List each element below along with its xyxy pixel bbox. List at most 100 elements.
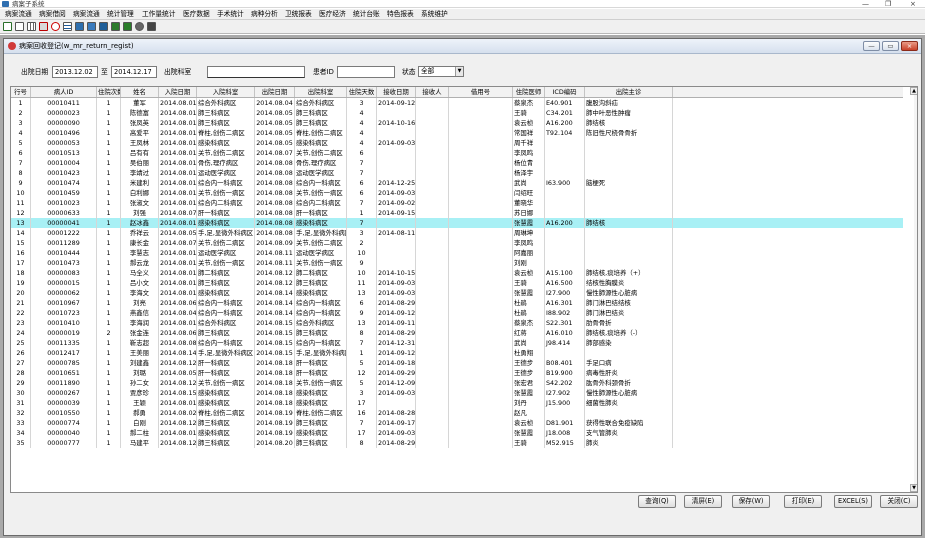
window-minimize-button[interactable]: — (862, 0, 869, 8)
table-row[interactable]: 20 00000062 1 李海文 2014.08.01 感染科病区 2014.08.14 感… (11, 288, 903, 298)
date-from-input[interactable]: 2013.12.02 (52, 66, 98, 78)
table-row[interactable]: 3 00000090 1 张凤英 2014.08.01 肺三科病区 2014.08.05 肺三… (11, 118, 903, 128)
column-header[interactable]: 接收日期 (377, 87, 416, 97)
table-row[interactable]: 4 00010496 1 高爱平 2014.08.01 脊柱,创伤二病区 2014.08.0… (11, 128, 903, 138)
column-header[interactable]: 病人ID (31, 87, 97, 97)
patient-id-input[interactable] (337, 66, 395, 78)
window-restore-button[interactable]: ❐ (885, 0, 891, 8)
column-header[interactable]: 出院主诊 (585, 87, 673, 97)
column-header[interactable]: 住院医师 (513, 87, 545, 97)
table-row[interactable]: 12 00000633 1 刘强 2014.08.07 肝一科病区 2014.08.08 肝一… (11, 208, 903, 218)
column-header[interactable]: 姓名 (121, 87, 159, 97)
close-button[interactable]: 关闭(C) (880, 495, 918, 508)
list-icon[interactable] (63, 22, 72, 31)
table-row[interactable]: 17 00010473 1 郝云龙 2014.08.01 关节,创伤一病区 2014.08.… (11, 258, 903, 268)
menu-item-1[interactable]: 病案流通 (5, 9, 32, 20)
menu-item-13[interactable]: 系统维护 (421, 9, 448, 20)
table-row[interactable]: 6 00010513 1 吕有有 2014.08.01 关节,创伤二病区 2014.08.0… (11, 148, 903, 158)
gear-icon[interactable] (135, 22, 144, 31)
export-icon[interactable] (147, 22, 156, 31)
table-row[interactable]: 33 00000774 1 白刚 2014.08.12 肺三科病区 2014.08.19 肺三… (11, 418, 903, 428)
table-row[interactable]: 28 00010651 1 刘璐 2014.08.05 肝一科病区 2014.08.18 肝一… (11, 368, 903, 378)
column-header[interactable]: 入院日期 (159, 87, 197, 97)
table-row[interactable]: 9 00010474 1 米建利 2014.08.01 综合内一科病区 2014.08.08… (11, 178, 903, 188)
table-row[interactable]: 34 00000040 1 郝二柱 2014.08.01 感染科病区 2014.08.19 感… (11, 428, 903, 438)
table-row[interactable]: 32 00010550 1 郝勇 2014.08.02 脊柱,创伤二病区 2014.08.1… (11, 408, 903, 418)
grid-icon[interactable] (27, 22, 36, 31)
table-row[interactable]: 31 00000039 1 王颖 2014.08.01 感染科病区 2014.08.18 感染… (11, 398, 903, 408)
table-alt-icon[interactable] (87, 22, 96, 31)
table-row[interactable]: 16 00010444 1 李慧志 2014.08.01 运动医学病区 2014.08.11… (11, 248, 903, 258)
menu-item-9[interactable]: 卫统报表 (285, 9, 312, 20)
vertical-scrollbar[interactable]: ▲ ▼ (910, 87, 917, 492)
menu-item-12[interactable]: 特色报表 (387, 9, 414, 20)
table-row[interactable]: 11 00010023 1 张淑文 2014.08.01 综合内二科病区 2014.08.0… (11, 198, 903, 208)
menu-item-4[interactable]: 统计管理 (107, 9, 134, 20)
column-header[interactable]: 住院次数 (97, 87, 121, 97)
child-minimize-button[interactable]: — (863, 41, 880, 51)
status-select[interactable]: 全部 ▼ (418, 66, 464, 77)
menu-item-6[interactable]: 医疗数据 (183, 9, 210, 20)
table-row[interactable]: 7 00010004 1 吴伯丽 2014.08.01 骨伤,理疗病区 2014.08.08… (11, 158, 903, 168)
monitor-alt-icon[interactable] (123, 22, 132, 31)
monitor-icon[interactable] (111, 22, 120, 31)
table-row[interactable]: 10 00010459 1 白利娜 2014.08.01 关节,创伤一病区 2014.08.… (11, 188, 903, 198)
menu-item-2[interactable]: 病案借阅 (39, 9, 66, 20)
table-row[interactable]: 2 00000023 1 陈德富 2014.08.01 肺三科病区 2014.08.05 肺三… (11, 108, 903, 118)
menu-item-7[interactable]: 手术统计 (217, 9, 244, 20)
column-header[interactable]: 入院科室 (197, 87, 255, 97)
scroll-down-icon[interactable]: ▼ (910, 484, 917, 492)
menu-item-10[interactable]: 医疗经济 (319, 9, 346, 20)
table-row[interactable]: 23 00010410 1 李海润 2014.08.01 综合外科病区 2014.08.15… (11, 318, 903, 328)
table-row[interactable]: 15 00011289 1 康长金 2014.08.07 关节,创伤二病区 2014.08.… (11, 238, 903, 248)
table-row[interactable]: 26 00012417 1 王美丽 2014.08.14 手,足,显微外科病区 2014.0… (11, 348, 903, 358)
menu-item-5[interactable]: 工作量统计 (142, 9, 175, 20)
window-close-button[interactable]: × (910, 0, 916, 8)
table-row[interactable]: 5 00000053 1 王凤林 2014.08.01 感染科病区 2014.08.05 感染… (11, 138, 903, 148)
child-restore-button[interactable]: ▭ (882, 41, 899, 51)
table-row[interactable]: 1 00010411 1 董军 2014.08.01 综合外科病区 2014.08.04 综合… (11, 98, 903, 108)
chevron-down-icon[interactable]: ▼ (455, 67, 463, 76)
table-row[interactable]: 27 00000785 1 刘建鑫 2014.08.12 肝一科病区 2014.08.18 肝… (11, 358, 903, 368)
child-close-button[interactable]: × (901, 41, 918, 51)
clear-button[interactable]: 清屏(E) (684, 495, 722, 508)
menu-item-3[interactable]: 病案流通 (73, 9, 100, 20)
table-row[interactable]: 30 00000267 1 贾彦珍 2014.08.15 感染科病区 2014.08.18 感… (11, 388, 903, 398)
delete-icon[interactable] (39, 22, 48, 31)
query-button[interactable]: 查询(Q) (638, 495, 676, 508)
column-header[interactable]: 行号 (11, 87, 31, 97)
menu-item-11[interactable]: 统计台账 (353, 9, 380, 20)
table-row[interactable]: 8 00010423 1 李靖过 2014.08.01 运动医学病区 2014.08.08 运… (11, 168, 903, 178)
table-row[interactable]: 25 00011335 1 靳志超 2014.08.08 综合内一科病区 2014.08.1… (11, 338, 903, 348)
document-icon[interactable] (15, 22, 24, 31)
table-row[interactable]: 13 00000041 1 赵冰鑫 2014.08.01 感染科病区 2014.08.08 感… (11, 218, 903, 228)
table-icon[interactable] (75, 22, 84, 31)
column-header[interactable]: 出院日期 (255, 87, 295, 97)
column-header[interactable]: 接收人 (416, 87, 449, 97)
table-row[interactable]: 21 00010967 1 刘亮 2014.08.06 综合内一科病区 2014.08.14… (11, 298, 903, 308)
table-row[interactable]: 29 00011890 1 孙二女 2014.08.12 关节,创伤一病区 2014.08.… (11, 378, 903, 388)
flag-icon[interactable] (3, 22, 12, 31)
date-to-input[interactable]: 2014.12.17 (111, 66, 157, 78)
excel-button[interactable]: EXCEL(S) (834, 495, 872, 508)
dept-input[interactable] (207, 66, 305, 78)
table-row[interactable]: 22 00010723 1 燕鑫信 2014.08.04 综合内一科病区 2014.08.1… (11, 308, 903, 318)
table-row[interactable]: 18 00000083 1 马全义 2014.08.01 肺二科病区 2014.08.12 肺… (11, 268, 903, 278)
close-circle-icon[interactable] (51, 22, 60, 31)
table-cell: 感染科病区 (197, 388, 255, 398)
column-header[interactable]: 出院科室 (295, 87, 347, 97)
menu-item-8[interactable]: 病种分析 (251, 9, 278, 20)
print-button[interactable]: 打印(E) (784, 495, 822, 508)
column-header[interactable]: 住院天数 (347, 87, 377, 97)
column-header[interactable]: 借用号 (449, 87, 513, 97)
table-cell: 2014.08.01 (160, 268, 197, 278)
table-row[interactable]: 14 00001222 1 乔祥云 2014.08.05 手,足,显微外科病区 2014.0… (11, 228, 903, 238)
table-row[interactable]: 35 00000777 1 马建平 2014.08.12 肺三科病区 2014.08.20 肺… (11, 438, 903, 448)
column-header[interactable]: ICD编码 (545, 87, 585, 97)
table-cell: 刘亮 (121, 298, 159, 308)
table-row[interactable]: 19 00000015 1 吕小文 2014.08.01 肺三科病区 2014.08.12 肺… (11, 278, 903, 288)
scroll-up-icon[interactable]: ▲ (910, 87, 917, 95)
save-button[interactable]: 保存(W) (732, 495, 770, 508)
table-row[interactable]: 24 00000019 2 张金连 2014.08.06 肺三科病区 2014.08.15 肺… (11, 328, 903, 338)
form-icon[interactable] (99, 22, 108, 31)
